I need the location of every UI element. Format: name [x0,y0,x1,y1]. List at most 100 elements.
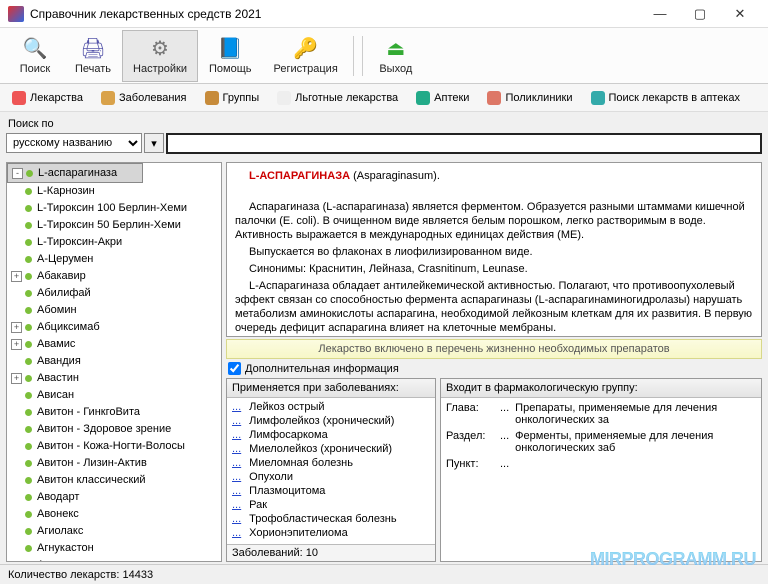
additional-info-checkbox[interactable] [228,362,241,375]
tree-expander-icon[interactable]: + [11,373,22,384]
diseases-list[interactable]: ...Лейкоз острый...Лимфолейкоз (хроничес… [227,398,435,544]
bullet-icon [25,222,32,229]
tab-Заболевания[interactable]: Заболевания [97,87,191,109]
tree-item[interactable]: L-Тироксин-Акри [7,234,221,251]
disease-row[interactable]: ...Рак [227,498,435,512]
disease-row[interactable]: ...Лимфосаркома [227,428,435,442]
bullet-icon [25,477,32,484]
tree-item[interactable]: Агнукастон [7,540,221,557]
tab-icon [416,91,430,105]
link-icon[interactable]: ... [232,471,241,483]
disease-row[interactable]: ...Лимфолейкоз (хронический) [227,414,435,428]
link-icon[interactable]: ... [232,485,241,497]
tree-item[interactable]: +Авастин [7,370,221,387]
link-icon[interactable]: ... [232,415,241,427]
toolbar-icon: 🔍 [23,36,47,60]
bullet-icon [25,528,32,535]
link-icon[interactable]: ... [232,401,241,413]
tab-icon [277,91,291,105]
tree-item[interactable]: L-Тироксин 100 Берлин-Хеми [7,200,221,217]
bullet-icon [25,375,32,382]
tree-item[interactable]: Абилифай [7,285,221,302]
bullet-icon [25,273,32,280]
disease-row[interactable]: ...Миеломная болезнь [227,456,435,470]
tree-item[interactable]: Агре-плюс [7,557,221,562]
toolbar-Помощь[interactable]: 📘Помощь [198,30,263,82]
bullet-icon [25,494,32,501]
search-dropdown-button[interactable]: ▾ [144,133,164,153]
bullet-icon [25,409,32,416]
link-icon[interactable]: ... [500,430,509,454]
tree-item[interactable]: Авитон - ГинкгоВита [7,404,221,421]
link-icon[interactable]: ... [232,429,241,441]
tree-item[interactable]: Авитон классический [7,472,221,489]
tree-item[interactable]: Авитон - Здоровое зрение [7,421,221,438]
search-mode-select[interactable]: русскому названию [6,133,142,153]
bullet-icon [25,545,32,552]
window-title: Справочник лекарственных средств 2021 [30,7,640,21]
tree-item[interactable]: -L-аспарагиназа [7,163,143,183]
disease-row[interactable]: ...Миелолейкоз (хронический) [227,442,435,456]
tab-Лекарства[interactable]: Лекарства [8,87,87,109]
link-icon[interactable]: ... [232,513,241,525]
tree-expander-icon[interactable]: - [12,168,23,179]
tab-Льготные лекарства[interactable]: Льготные лекарства [273,87,402,109]
maximize-button[interactable]: ▢ [680,0,720,28]
diseases-footer: Заболеваний: 10 [227,544,435,561]
close-button[interactable]: ✕ [720,0,760,28]
tree-item[interactable]: +Авамис [7,336,221,353]
tab-Поликлиники[interactable]: Поликлиники [483,87,576,109]
drug-tree[interactable]: -L-аспарагиназаL-КарнозинL-Тироксин 100 … [6,162,222,562]
tree-item[interactable]: L-Тироксин 50 Берлин-Хеми [7,217,221,234]
pharm-group-body: Глава:...Препараты, применяемые для лече… [441,398,761,561]
bullet-icon [25,188,32,195]
disease-row[interactable]: ...Плазмоцитома [227,484,435,498]
tree-item[interactable]: Ависан [7,387,221,404]
tree-expander-icon[interactable]: + [11,271,22,282]
tree-item[interactable]: Аводарт [7,489,221,506]
link-icon[interactable]: ... [232,527,241,539]
diseases-header: Применяется при заболеваниях: [227,379,435,398]
link-icon[interactable]: ... [232,457,241,469]
toolbar-Поиск[interactable]: 🔍Поиск [6,30,64,82]
toolbar-Регистрация[interactable]: 🔑Регистрация [262,30,348,82]
tab-Поиск лекарств в аптеках[interactable]: Поиск лекарств в аптеках [587,87,744,109]
bullet-icon [25,324,32,331]
bullet-icon [25,511,32,518]
tree-item[interactable]: +Абакавир [7,268,221,285]
bullet-icon [25,460,32,467]
pharm-group-header: Входит в фармакологическую группу: [441,379,761,398]
tree-expander-icon[interactable]: + [11,339,22,350]
tree-item[interactable]: +Абциксимаб [7,319,221,336]
additional-info-label: Дополнительная информация [245,363,399,375]
link-icon[interactable]: ... [500,402,509,426]
tab-Группы[interactable]: Группы [201,87,264,109]
tab-Аптеки[interactable]: Аптеки [412,87,473,109]
toolbar-Выход[interactable]: ⏏Выход [367,30,425,82]
toolbar-icon: ⏏ [384,36,408,60]
status-bar: Количество лекарств: 14433 [0,564,768,584]
link-icon[interactable]: ... [500,458,509,470]
minimize-button[interactable]: — [640,0,680,28]
disease-row[interactable]: ...Трофобластическая болезнь [227,512,435,526]
toolbar-Печать[interactable]: 🖨Печать [64,30,122,82]
disease-row[interactable]: ...Лейкоз острый [227,400,435,414]
tree-item[interactable]: L-Карнозин [7,183,221,200]
link-icon[interactable]: ... [232,443,241,455]
tree-item[interactable]: Авитон - Кожа-Ногти-Волосы [7,438,221,455]
tree-expander-icon[interactable]: + [11,322,22,333]
tab-icon [205,91,219,105]
toolbar-Настройки[interactable]: ⚙Настройки [122,30,198,82]
tree-item[interactable]: Авандия [7,353,221,370]
disease-row[interactable]: ...Хорионэпителиома [227,526,435,540]
tree-item[interactable]: Абомин [7,302,221,319]
search-input[interactable] [166,133,762,154]
pharm-row: Раздел:...Ферменты, применяемые для лече… [441,428,761,456]
tree-item[interactable]: Авитон - Лизин-Актив [7,455,221,472]
tree-item[interactable]: Авонекс [7,506,221,523]
toolbar-icon: 🔑 [294,36,318,60]
tree-item[interactable]: Агиолакс [7,523,221,540]
disease-row[interactable]: ...Опухоли [227,470,435,484]
link-icon[interactable]: ... [232,499,241,511]
tree-item[interactable]: А-Церумен [7,251,221,268]
